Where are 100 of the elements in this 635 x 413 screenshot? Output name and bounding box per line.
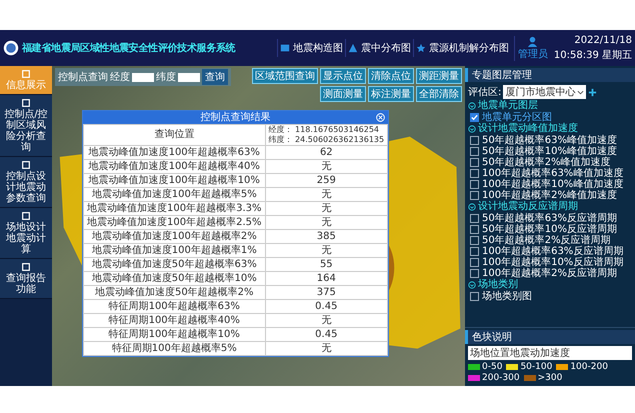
- add-icon[interactable]: [588, 88, 598, 96]
- map-tool-button[interactable]: 区域范围查询: [252, 68, 318, 84]
- panel-title: 专题图层管理: [465, 68, 635, 82]
- collapse-icon[interactable]: [468, 281, 476, 289]
- layer-label: 50年超越概率10%反应谱周期: [482, 224, 617, 235]
- map-tool-button[interactable]: 测面测量: [320, 86, 366, 102]
- map-tool-button[interactable]: 测距测量: [416, 68, 462, 84]
- sidebar-item[interactable]: 控制点设计地震动参数查询: [0, 157, 52, 208]
- menu-item-icon: [21, 262, 31, 272]
- nav-button[interactable]: 震源机制解分布图: [412, 39, 511, 57]
- layer-checkbox[interactable]: [470, 269, 479, 278]
- layer-label: 地震单元分区图: [482, 112, 552, 123]
- table-cell: 0.45: [265, 328, 388, 342]
- map-tool-button[interactable]: 标注测量: [368, 86, 414, 102]
- table-cell: 地震动峰值加速度100年超越概率1%: [84, 244, 265, 258]
- table-cell: 无: [265, 244, 388, 258]
- table-cell: 385: [265, 230, 388, 244]
- legend-dropdown[interactable]: 场地位置地震动加速度: [468, 346, 632, 360]
- table-cell: 地震动峰值加速度50年超越概率10%: [84, 272, 265, 286]
- latitude-value: 纬度： 24.506026362136135: [268, 135, 384, 145]
- map-tool-button[interactable]: 显示点位: [320, 68, 366, 84]
- group-title: 场地类别: [478, 279, 518, 290]
- table-cell: 地震动峰值加速度100年超越概率3.3%: [84, 202, 265, 216]
- popup-title: 控制点查询结果: [200, 112, 271, 123]
- table-cell: 62: [265, 146, 388, 160]
- query-label: 控制点查询: [58, 70, 108, 84]
- layer-label: 50年超越概率2%峰值加速度: [482, 157, 611, 168]
- collapse-icon[interactable]: [468, 203, 476, 211]
- layer-checkbox[interactable]: [470, 136, 479, 145]
- layer-label: 100年超越概率63%峰值加速度: [482, 168, 624, 179]
- layer-label: 50年超越概率10%峰值加速度: [482, 146, 617, 157]
- table-cell: 无: [265, 202, 388, 216]
- layer-label: 50年超越概率63%反应谱周期: [482, 213, 617, 224]
- area-label: 评估区:: [468, 86, 502, 99]
- layer-checkbox[interactable]: [470, 180, 479, 189]
- user-icon: [527, 36, 538, 46]
- layer-label: 100年超越概率10%反应谱周期: [482, 257, 624, 268]
- layer-checkbox[interactable]: [470, 158, 479, 167]
- sidebar-item[interactable]: 控制点/控制区域风险分析查询: [0, 95, 52, 157]
- layer-label: 100年超越概率2%反应谱周期: [482, 268, 617, 279]
- sidebar-item[interactable]: 查询报告功能: [0, 259, 52, 299]
- area-dropdown[interactable]: 厦门市地震中心: [503, 85, 586, 99]
- layer-checkbox[interactable]: [470, 113, 479, 122]
- longitude-value: 经度： 118.1676503146254: [268, 125, 380, 135]
- table-cell: 地震动峰值加速度100年超越概率10%: [84, 174, 265, 188]
- layer-checkbox[interactable]: [470, 214, 479, 223]
- nav-button[interactable]: 地震构造图: [276, 39, 345, 57]
- map-tool-button[interactable]: 全部清除: [416, 86, 462, 102]
- sidebar-item[interactable]: 场地设计地震动计算: [0, 208, 52, 259]
- layer-checkbox[interactable]: [470, 292, 479, 301]
- layer-label: 场地类别图: [482, 291, 532, 302]
- table-cell: 地震动峰值加速度50年超越概率63%: [84, 258, 265, 272]
- layer-label: 50年超越概率2%反应谱周期: [482, 235, 611, 246]
- table-cell: 375: [265, 286, 388, 300]
- menu-item-icon: [21, 160, 31, 170]
- layer-checkbox[interactable]: [470, 169, 479, 178]
- nav-button[interactable]: 震中分布图: [344, 39, 413, 57]
- table-cell: 0.45: [265, 300, 388, 314]
- legend-label: 100-200: [570, 362, 608, 372]
- layer-label: 100年超越概率10%峰值加速度: [482, 179, 624, 190]
- table-cell: 无: [265, 160, 388, 174]
- layer-label: 50年超越概率63%峰值加速度: [482, 135, 617, 146]
- table-cell: 164: [265, 272, 388, 286]
- table-cell: 特征周期100年超越概率63%: [84, 300, 265, 314]
- layer-checkbox[interactable]: [470, 247, 479, 256]
- legend-label: >300: [538, 373, 562, 383]
- table-cell: 地震动峰值加速度100年超越概率2%: [84, 230, 265, 244]
- collapse-icon[interactable]: [468, 102, 476, 110]
- table-cell: 地震动峰值加速度100年超越概率2.5%: [84, 216, 265, 230]
- query-button[interactable]: 查询: [202, 69, 228, 85]
- table-cell: 无: [265, 342, 388, 356]
- table-cell: 地震动峰值加速度100年超越概率40%: [84, 160, 265, 174]
- longitude-field[interactable]: [132, 72, 154, 82]
- table-cell: 无: [265, 216, 388, 230]
- layer-checkbox[interactable]: [470, 225, 479, 234]
- close-icon[interactable]: [376, 113, 386, 123]
- user-name[interactable]: 管理员: [518, 46, 548, 60]
- menu-item-icon: [21, 211, 31, 221]
- layer-label: 100年超越概率63%反应谱周期: [482, 246, 624, 257]
- legend-label: 200-300: [482, 373, 520, 383]
- table-cell: 无: [265, 188, 388, 202]
- date-text: 2022/11/18: [574, 34, 632, 46]
- menu-item-icon: [21, 69, 31, 79]
- group-title: 地震单元图层: [478, 100, 538, 112]
- app-title: 福建省地震局区域性地震安全性评价技术服务系统: [22, 41, 236, 55]
- table-cell: 特征周期100年超越概率5%: [84, 342, 265, 356]
- table-cell: 查询位置: [84, 124, 265, 146]
- table-cell: 特征周期100年超越概率40%: [84, 314, 265, 328]
- collapse-icon[interactable]: [468, 125, 476, 133]
- map-tool-button[interactable]: 清除点位: [368, 68, 414, 84]
- layer-checkbox[interactable]: [470, 191, 479, 200]
- layer-checkbox[interactable]: [470, 258, 479, 267]
- table-cell: 地震动峰值加速度100年超越概率5%: [84, 188, 265, 202]
- layer-label: 100年超越概率2%峰值加速度: [482, 190, 617, 201]
- layer-checkbox[interactable]: [470, 236, 479, 245]
- legend-title: 色块说明: [465, 330, 635, 344]
- logo-icon: [3, 40, 19, 56]
- longitude-label: 经度: [110, 70, 130, 84]
- latitude-field[interactable]: [178, 72, 200, 82]
- layer-checkbox[interactable]: [470, 147, 479, 156]
